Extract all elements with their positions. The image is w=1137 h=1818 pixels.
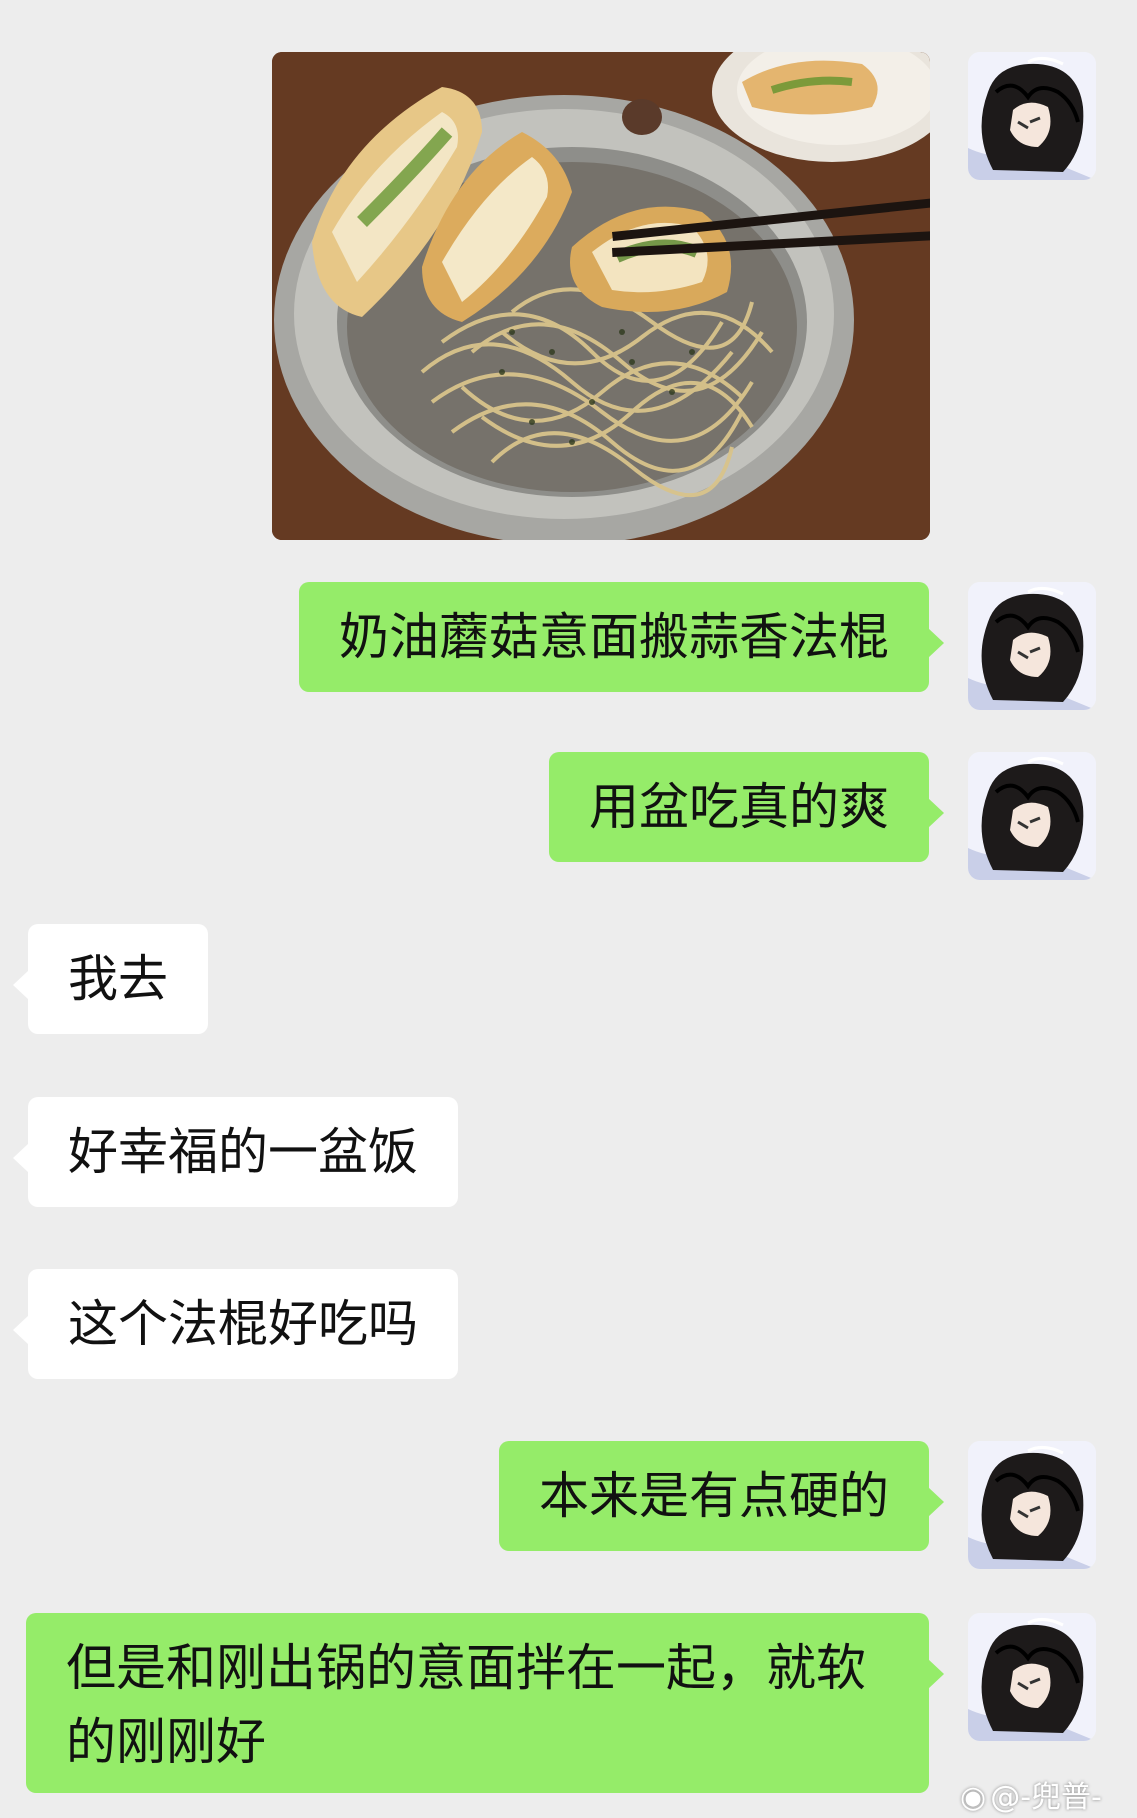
message-text: 我去 [68, 950, 168, 1008]
avatar[interactable] [968, 752, 1096, 880]
avatar[interactable] [968, 52, 1096, 180]
image-message[interactable] [272, 52, 930, 540]
weibo-icon: ◉ [960, 1780, 987, 1815]
message-bubble-outgoing[interactable]: 奶油蘑菇意面搬蒜香法棍 [299, 582, 944, 692]
message-bubble-outgoing[interactable]: 用盆吃真的爽 [549, 752, 944, 862]
message-text: 好幸福的一盆饭 [68, 1123, 418, 1181]
avatar[interactable] [968, 582, 1096, 710]
watermark-text: @-兜普- [990, 1780, 1102, 1815]
message-text: 用盆吃真的爽 [589, 778, 889, 836]
message-text: 奶油蘑菇意面搬蒜香法棍 [339, 608, 889, 666]
message-bubble-outgoing[interactable]: 但是和刚出锅的意面拌在一起，就软的刚刚好 [26, 1613, 944, 1793]
message-bubble-incoming[interactable]: 好幸福的一盆饭 [13, 1097, 458, 1207]
message-bubble-incoming[interactable]: 我去 [13, 924, 208, 1034]
message-text: 但是和刚出锅的意面拌在一起，就软的刚刚好 [66, 1639, 866, 1771]
message-text: 本来是有点硬的 [539, 1467, 889, 1525]
message-bubble-incoming[interactable]: 这个法棍好吃吗 [13, 1269, 458, 1379]
anime-avatar-icon [968, 582, 1096, 710]
anime-avatar-icon [968, 752, 1096, 880]
anime-avatar-icon [968, 1613, 1096, 1741]
anime-avatar-icon [968, 52, 1096, 180]
anime-avatar-icon [968, 1441, 1096, 1569]
avatar[interactable] [968, 1613, 1096, 1741]
pasta-photo [272, 52, 930, 540]
avatar[interactable] [968, 1441, 1096, 1569]
message-text: 这个法棍好吃吗 [68, 1295, 418, 1353]
message-bubble-outgoing[interactable]: 本来是有点硬的 [499, 1441, 944, 1551]
watermark: ◉ @-兜普- [960, 1772, 1102, 1816]
